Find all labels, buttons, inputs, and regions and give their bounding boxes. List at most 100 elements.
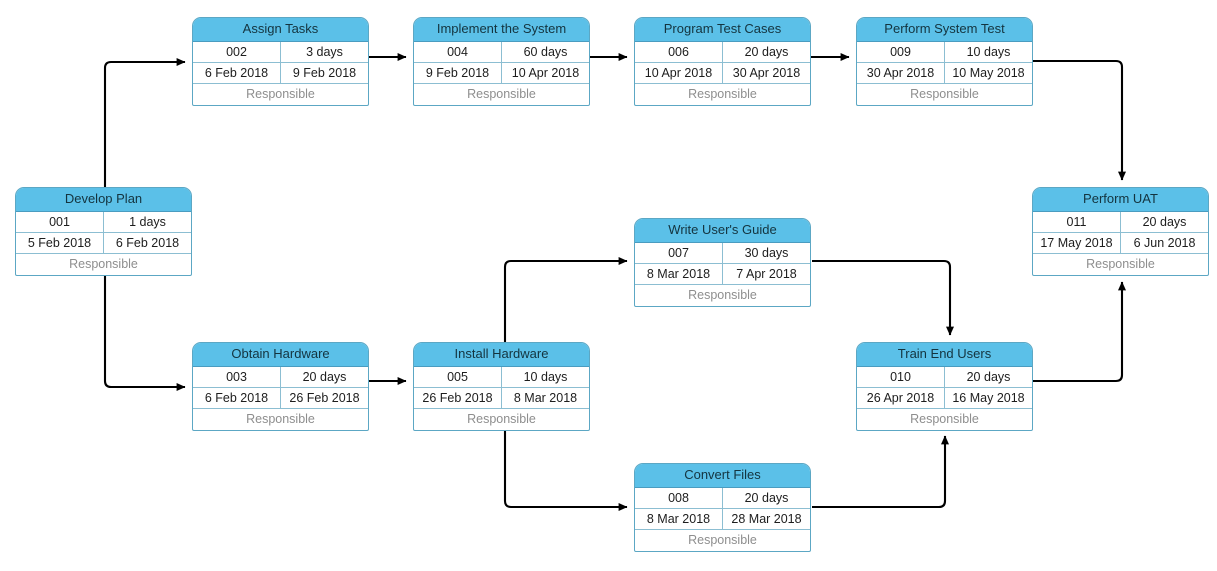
task-node-program_test_cases[interactable]: Program Test Cases 006 20 days 10 Apr 2018 3… <box>634 17 811 106</box>
task-responsible: Responsible <box>910 412 979 426</box>
task-title: Program Test Cases <box>635 18 810 42</box>
network-diagram-canvas: Develop Plan 001 1 days 5 Feb 2018 6 Feb 201… <box>0 0 1217 571</box>
task-node-write_users_guide[interactable]: Write User's Guide 007 30 days 8 Mar 2018 7 … <box>634 218 811 307</box>
task-id-duration-row: 001 1 days <box>16 212 191 233</box>
task-start-date: 6 Feb 2018 <box>193 63 281 83</box>
task-node-develop_plan[interactable]: Develop Plan 001 1 days 5 Feb 2018 6 Feb 201… <box>15 187 192 276</box>
task-dates-row: 5 Feb 2018 6 Feb 2018 <box>16 233 191 254</box>
task-responsible: Responsible <box>69 257 138 271</box>
task-dates-row: 17 May 2018 6 Jun 2018 <box>1033 233 1208 254</box>
task-duration: 20 days <box>302 370 347 384</box>
task-title: Convert Files <box>635 464 810 488</box>
task-finish-date: 28 Mar 2018 <box>731 512 802 526</box>
task-id-duration-row: 009 10 days <box>857 42 1032 63</box>
edge-guide-to-train <box>812 259 954 336</box>
task-id-duration-row: 003 20 days <box>193 367 368 388</box>
task-start-date: 17 May 2018 <box>1033 233 1121 253</box>
task-id: 007 <box>635 243 723 263</box>
task-node-convert_files[interactable]: Convert Files 008 20 days 8 Mar 2018 28 Mar … <box>634 463 811 552</box>
task-finish-date: 6 Jun 2018 <box>1133 236 1196 250</box>
task-start-date: 30 Apr 2018 <box>857 63 945 83</box>
task-title: Perform UAT <box>1033 188 1208 212</box>
task-finish-date: 30 Apr 2018 <box>732 66 801 80</box>
task-start-date: 26 Apr 2018 <box>857 388 945 408</box>
task-finish-date: 26 Feb 2018 <box>289 391 360 405</box>
task-id: 008 <box>635 488 723 508</box>
task-duration: 30 days <box>744 246 789 260</box>
edge-layer <box>103 53 1126 511</box>
task-dates-row: 26 Apr 2018 16 May 2018 <box>857 388 1032 409</box>
task-responsible: Responsible <box>688 87 757 101</box>
task-id-duration-row: 008 20 days <box>635 488 810 509</box>
edge-system-test-to-uat <box>1033 59 1126 181</box>
task-node-assign_tasks[interactable]: Assign Tasks 002 3 days 6 Feb 2018 9 Feb 201… <box>192 17 369 106</box>
task-title: Write User's Guide <box>635 219 810 243</box>
task-duration: 10 days <box>523 370 568 384</box>
task-responsible: Responsible <box>1086 257 1155 271</box>
edge-install-to-guide <box>503 257 628 342</box>
task-id: 011 <box>1033 212 1121 232</box>
task-responsible: Responsible <box>910 87 979 101</box>
task-id-duration-row: 005 10 days <box>414 367 589 388</box>
task-id-duration-row: 007 30 days <box>635 243 810 264</box>
task-title: Perform System Test <box>857 18 1032 42</box>
task-dates-row: 9 Feb 2018 10 Apr 2018 <box>414 63 589 84</box>
task-id-duration-row: 010 20 days <box>857 367 1032 388</box>
task-dates-row: 8 Mar 2018 28 Mar 2018 <box>635 509 810 530</box>
task-node-obtain_hardware[interactable]: Obtain Hardware 003 20 days 6 Feb 2018 26 Fe… <box>192 342 369 431</box>
task-dates-row: 6 Feb 2018 26 Feb 2018 <box>193 388 368 409</box>
task-id: 010 <box>857 367 945 387</box>
task-start-date: 8 Mar 2018 <box>635 509 723 529</box>
task-responsible: Responsible <box>467 412 536 426</box>
task-node-perform_uat[interactable]: Perform UAT 011 20 days 17 May 2018 6 Jun 20… <box>1032 187 1209 276</box>
task-start-date: 6 Feb 2018 <box>193 388 281 408</box>
task-duration: 20 days <box>966 370 1011 384</box>
task-duration: 20 days <box>744 491 789 505</box>
task-id: 001 <box>16 212 104 232</box>
task-duration: 3 days <box>306 45 343 59</box>
task-node-install_hardware[interactable]: Install Hardware 005 10 days 26 Feb 2018 8 M… <box>413 342 590 431</box>
task-responsible: Responsible <box>688 288 757 302</box>
task-duration: 60 days <box>523 45 568 59</box>
task-duration: 1 days <box>129 215 166 229</box>
task-duration: 20 days <box>1142 215 1187 229</box>
task-id-duration-row: 004 60 days <box>414 42 589 63</box>
task-start-date: 26 Feb 2018 <box>414 388 502 408</box>
task-dates-row: 6 Feb 2018 9 Feb 2018 <box>193 63 368 84</box>
task-node-perform_system_test[interactable]: Perform System Test 009 10 days 30 Apr 2018… <box>856 17 1033 106</box>
task-responsible: Responsible <box>467 87 536 101</box>
task-dates-row: 8 Mar 2018 7 Apr 2018 <box>635 264 810 285</box>
task-responsible: Responsible <box>246 412 315 426</box>
task-finish-date: 10 Apr 2018 <box>511 66 580 80</box>
task-dates-row: 30 Apr 2018 10 May 2018 <box>857 63 1032 84</box>
task-id: 006 <box>635 42 723 62</box>
task-duration: 20 days <box>744 45 789 59</box>
task-finish-date: 7 Apr 2018 <box>736 267 797 281</box>
task-title: Install Hardware <box>414 343 589 367</box>
task-title: Obtain Hardware <box>193 343 368 367</box>
task-responsible: Responsible <box>246 87 315 101</box>
task-id: 003 <box>193 367 281 387</box>
task-id: 009 <box>857 42 945 62</box>
task-finish-date: 8 Mar 2018 <box>513 391 578 405</box>
task-duration: 10 days <box>966 45 1011 59</box>
edge-install-to-convert <box>503 431 628 511</box>
task-id: 005 <box>414 367 502 387</box>
task-node-train_end_users[interactable]: Train End Users 010 20 days 26 Apr 2018 16 M… <box>856 342 1033 431</box>
edge-develop-to-assign <box>103 58 186 187</box>
task-title: Assign Tasks <box>193 18 368 42</box>
task-start-date: 10 Apr 2018 <box>635 63 723 83</box>
task-title: Implement the System <box>414 18 589 42</box>
task-id: 004 <box>414 42 502 62</box>
task-start-date: 9 Feb 2018 <box>414 63 502 83</box>
task-finish-date: 10 May 2018 <box>952 66 1025 80</box>
edge-convert-to-train <box>812 435 949 509</box>
task-finish-date: 6 Feb 2018 <box>115 236 180 250</box>
task-dates-row: 26 Feb 2018 8 Mar 2018 <box>414 388 589 409</box>
task-node-implement_system[interactable]: Implement the System 004 60 days 9 Feb 2018… <box>413 17 590 106</box>
task-title: Train End Users <box>857 343 1032 367</box>
task-start-date: 8 Mar 2018 <box>635 264 723 284</box>
task-finish-date: 16 May 2018 <box>952 391 1025 405</box>
edge-develop-to-obtain <box>103 276 186 391</box>
task-id-duration-row: 002 3 days <box>193 42 368 63</box>
